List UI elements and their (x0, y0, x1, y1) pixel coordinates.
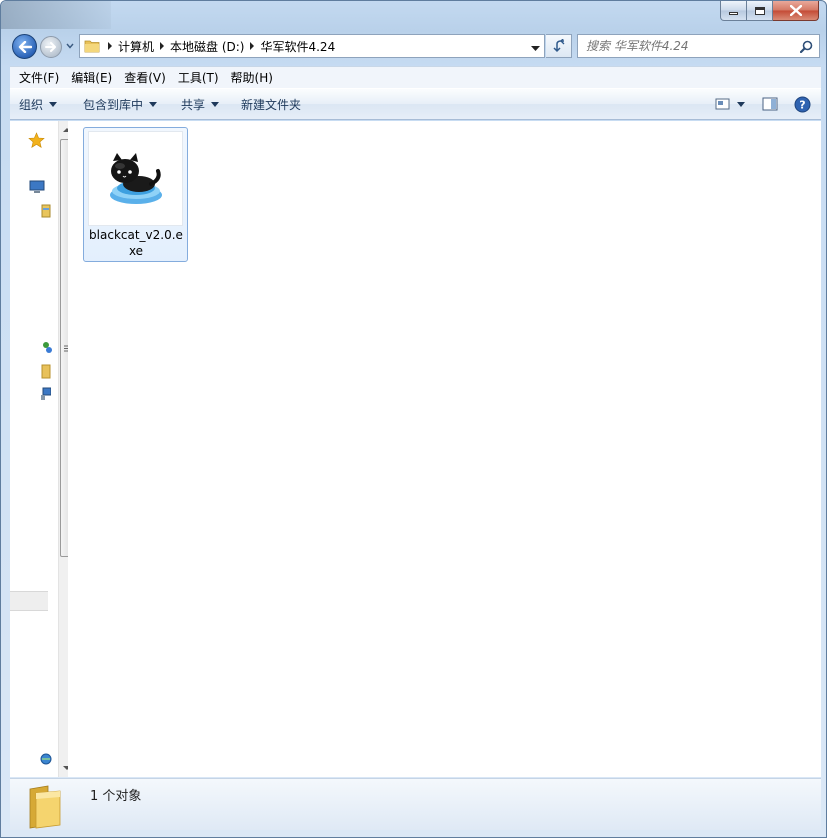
folder-icon (28, 785, 62, 832)
menu-view[interactable]: 查看(V) (118, 69, 172, 86)
help-button[interactable]: ? (789, 93, 815, 115)
chevron-down-icon (66, 43, 74, 49)
change-view-button[interactable] (711, 93, 751, 115)
menu-help[interactable]: 帮助(H) (225, 69, 279, 86)
folder-icon[interactable] (37, 362, 55, 380)
network-icon[interactable] (37, 751, 55, 769)
breadcrumb-arrow-icon[interactable] (244, 42, 260, 50)
svg-text:?: ? (799, 98, 805, 111)
share-button[interactable]: 共享 (173, 89, 227, 119)
window-controls (720, 1, 819, 21)
explorer-window: 计算机 本地磁盘 (D:) 华军软件4.24 文件(F) 编辑(E) 查看( (0, 0, 827, 838)
file-name: blackcat_v2.0.exe (89, 228, 183, 258)
breadcrumb-arrow-icon[interactable] (102, 42, 118, 50)
view-controls: ? (711, 89, 821, 119)
dropdown-arrow-icon (149, 101, 158, 107)
breadcrumb-current-folder[interactable]: 华军软件4.24 (260, 38, 335, 55)
include-in-library-button[interactable]: 包含到库中 (75, 89, 165, 119)
forward-button[interactable] (40, 36, 62, 58)
address-history-dropdown[interactable] (531, 41, 540, 55)
recent-pages-dropdown[interactable] (65, 41, 75, 51)
maximize-icon (754, 6, 765, 15)
organize-label: 组织 (19, 97, 44, 112)
breadcrumb-computer[interactable]: 计算机 (118, 38, 154, 55)
folder-icon (84, 37, 102, 55)
menu-tools[interactable]: 工具(T) (172, 69, 225, 86)
title-bar-area (1, 1, 111, 29)
computer-icon[interactable] (37, 385, 55, 403)
file-item[interactable]: blackcat_v2.0.exe (83, 127, 188, 262)
command-bar: 组织 包含到库中 共享 新建文件夹 ? (10, 88, 821, 120)
minimize-button[interactable] (720, 1, 747, 21)
refresh-icon (552, 39, 564, 53)
close-button[interactable] (773, 1, 819, 21)
close-icon (789, 5, 802, 16)
menu-bar: 文件(F) 编辑(E) 查看(V) 工具(T) 帮助(H) (10, 66, 821, 88)
view-options-icon (715, 98, 745, 110)
address-bar[interactable]: 计算机 本地磁盘 (D:) 华军软件4.24 (79, 34, 545, 58)
file-list-area[interactable]: blackcat_v2.0.exe (68, 121, 821, 777)
help-icon: ? (794, 96, 810, 112)
arrow-left-icon (18, 40, 32, 53)
horizontal-scroll-area (10, 591, 48, 611)
back-button[interactable] (12, 34, 37, 59)
favorites-star-icon[interactable] (27, 131, 45, 149)
organize-button[interactable]: 组织 (10, 89, 65, 119)
maximize-button[interactable] (747, 1, 773, 21)
status-bar: 1 个对象 (10, 778, 821, 830)
chevron-down-icon (531, 46, 540, 51)
breadcrumb-local-disk[interactable]: 本地磁盘 (D:) (170, 38, 244, 55)
refresh-button[interactable] (546, 34, 572, 58)
search-box[interactable] (577, 34, 820, 58)
dropdown-arrow-icon (49, 101, 58, 107)
homegroup-icon[interactable] (37, 339, 55, 357)
dropdown-arrow-icon (211, 101, 220, 107)
black-cat-icon (88, 131, 183, 226)
share-label: 共享 (181, 97, 206, 112)
search-icon[interactable] (799, 40, 813, 56)
breadcrumb-arrow-icon[interactable] (154, 42, 170, 50)
preview-pane-icon (762, 97, 778, 111)
new-folder-label: 新建文件夹 (241, 97, 302, 112)
menu-edit[interactable]: 编辑(E) (65, 69, 118, 86)
new-folder-button[interactable]: 新建文件夹 (233, 89, 309, 119)
arrow-right-icon (45, 42, 56, 52)
library-icon[interactable] (37, 202, 55, 220)
search-input[interactable] (578, 39, 793, 53)
menu-file[interactable]: 文件(F) (10, 69, 65, 86)
navigation-pane (10, 121, 75, 777)
include-in-library-label: 包含到库中 (83, 97, 144, 112)
minimize-icon (729, 12, 738, 15)
desktop-icon[interactable] (28, 178, 46, 196)
item-count: 1 个对象 (90, 789, 142, 804)
preview-pane-button[interactable] (757, 93, 783, 115)
